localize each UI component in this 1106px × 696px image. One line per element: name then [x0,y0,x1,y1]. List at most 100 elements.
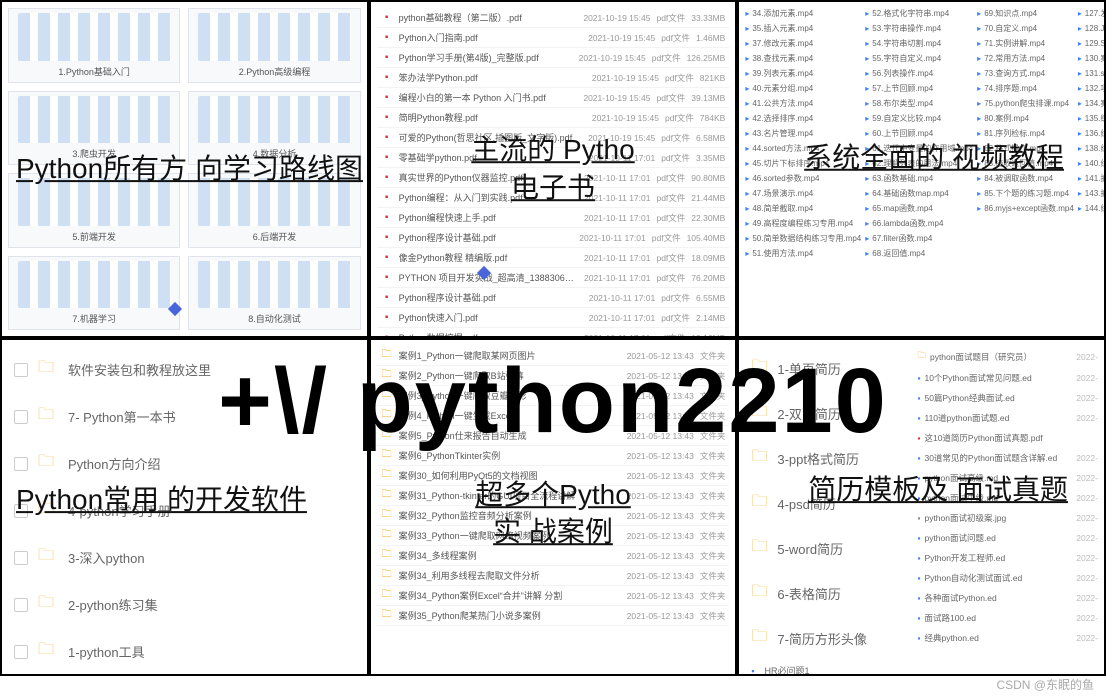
case-row[interactable]: 🗀案例35_Python爬某热门小说多案例2021-05-12 13:43文件夹 [377,606,730,626]
resume-folder-row[interactable]: 🗀7-简历方形头像 [745,616,909,661]
video-item[interactable]: ▸56.列表操作.mp4 [865,68,973,79]
checkbox[interactable] [14,551,28,565]
roadmap-thumb[interactable]: 6.后端开发 [188,173,360,248]
checkbox[interactable] [14,410,28,424]
case-row[interactable]: 🗀案例34_Python案例Excel“合并”讲解 分割2021-05-12 1… [377,586,730,606]
folder-row[interactable]: 🗀软件安装包和教程放这里 [8,346,361,393]
roadmap-thumb[interactable]: 7.机器学习 [8,256,180,331]
video-item[interactable]: ▸37.修改元素.mp4 [745,38,861,49]
video-item[interactable]: ▸84.被调取函数.mp4 [977,173,1074,184]
roadmap-thumb[interactable]: 3.爬虫开发 [8,91,180,166]
video-item[interactable]: ▸130.案例演示自定义中间过程.mp4 [1078,53,1106,64]
case-row[interactable]: 🗀案例1_Python一键爬取某网页图片2021-05-12 13:43文件夹 [377,346,730,366]
video-item[interactable]: ▸66.lambda函数.mp4 [865,218,973,229]
case-row[interactable]: 🗀案例32_Python监控音频分析案例2021-05-12 13:43文件夹 [377,506,730,526]
checkbox[interactable] [14,457,28,471]
video-item[interactable]: ▸49.高程度编程练习专用.mp4 [745,218,861,229]
case-row[interactable]: 🗀案例33_Python一键爬取网络视频案例2021-05-12 13:43文件… [377,526,730,546]
video-item[interactable]: ▸75.python爬虫排课.mp4 [977,98,1074,109]
video-item[interactable]: ▸129.SQLite数据库.mp4 [1078,38,1106,49]
checkbox[interactable] [14,363,28,377]
roadmap-thumb[interactable]: 5.前端开发 [8,173,180,248]
resume-folder-row[interactable]: 🗀4-psd简历 [745,481,909,526]
video-item[interactable]: ▸42.选择排序.mp4 [745,113,861,124]
video-item[interactable]: ▸51.使用方法.mp4 [745,248,861,259]
resume-doc-row[interactable]: ▪python面试中级.md2022- [917,488,1098,508]
resume-doc-row[interactable]: ▪30道常见的Python面试题含详解.ed2022- [917,448,1098,468]
resume-doc-row[interactable]: ▪Python开发工程师.ed2022- [917,548,1098,568]
file-row[interactable]: ▪Python编程：从入门到实践.pdf2021-10-11 17:01pdf文… [377,188,730,208]
video-item[interactable]: ▸85.下个题的练习题.mp4 [977,188,1074,199]
folder-row[interactable]: 🗀7- Python第一本书 [8,393,361,440]
video-item[interactable]: ▸45.切片下标排序.mp4 [745,158,861,169]
resume-doc-row[interactable]: ▪50篇Python经典面试.ed2022- [917,388,1098,408]
case-row[interactable]: 🗀案例6_PythonTkinter实例2021-05-12 13:43文件夹 [377,446,730,466]
resume-doc-row[interactable]: ▪python面试问题.ed2022- [917,528,1098,548]
video-item[interactable]: ▸86.myjs+except函数.mp4 [977,203,1074,214]
file-row[interactable]: ▪Python快速入门.pdf2021-10-11 17:01pdf文件2.14… [377,308,730,328]
video-item[interactable]: ▸83.接收返回值.mp4 [977,158,1074,169]
video-item[interactable]: ▸47.场景演示.mp4 [745,188,861,199]
video-item[interactable]: ▸46.sorted参数.mp4 [745,173,861,184]
file-row[interactable]: ▪可爱的Python(哲思社区.插图版_文字版).pdf2021-10-19 1… [377,128,730,148]
video-item[interactable]: ▸127.发送POST请求.mp4 [1078,8,1106,19]
video-item[interactable]: ▸34.添加元素.mp4 [745,8,861,19]
file-row[interactable]: ▪python基础教程（第二版）.pdf2021-10-19 15:45pdf文… [377,8,730,28]
resume-doc-row[interactable]: ▪经典python.ed2022- [917,628,1098,648]
video-item[interactable]: ▸144.线程练习.mp4 [1078,203,1106,214]
video-item[interactable]: ▸143.抓文机制图保图案例.mp4 [1078,188,1106,199]
video-item[interactable]: ▸54.字符串切割.mp4 [865,38,973,49]
video-item[interactable]: ▸131.sqlite爬虫API.mp4 [1078,68,1106,79]
checkbox[interactable] [14,598,28,612]
video-item[interactable]: ▸35.插入元素.mp4 [745,23,861,34]
case-row[interactable]: 🗀案例34_利用多线程去爬取文件分析2021-05-12 13:43文件夹 [377,566,730,586]
video-item[interactable]: ▸53.字符串操作.mp4 [865,23,973,34]
video-item[interactable]: ▸48.简单截取.mp4 [745,203,861,214]
video-item[interactable]: ▸69.知识点.mp4 [977,8,1074,19]
resume-doc-row[interactable]: ▪python面试初级案.jpg2022- [917,508,1098,528]
resume-doc-row[interactable]: ▪这10道简历Python面试真题.pdf [917,428,1098,448]
video-item[interactable]: ▸61.迭代中变量的作用域.mp4 [865,143,973,154]
video-item[interactable]: ▸71.实例讲解.mp4 [977,38,1074,49]
video-item[interactable]: ▸41.公共方法.mp4 [745,98,861,109]
case-row[interactable]: 🗀案例2_Python一键爬取B站弹幕2021-05-12 13:43文件夹 [377,366,730,386]
file-row[interactable]: ▪真实世界的Python仪器监控.pdf2021-10-11 17:01pdf文… [377,168,730,188]
file-row[interactable]: ▪Python入门指南.pdf2021-10-19 15:45pdf文件1.46… [377,28,730,48]
roadmap-thumb[interactable]: 8.自动化测试 [188,256,360,331]
file-row[interactable]: ▪零基础学python.pdf2021-10-11 17:01pdf文件3.35… [377,148,730,168]
file-row[interactable]: ▪简明Python教程.pdf2021-10-19 15:45pdf文件784K… [377,108,730,128]
video-item[interactable]: ▸138.线程锁+threading.mp4 [1078,143,1106,154]
video-item[interactable]: ▸55.字符自定义.mp4 [865,53,973,64]
file-row[interactable]: ▪Python程序设计基础.pdf2021-10-11 17:01pdf文件6.… [377,288,730,308]
video-item[interactable]: ▸73.查询方式.mp4 [977,68,1074,79]
file-row[interactable]: ▪Python数据挖掘.pdf2021-10-11 17:01pdf文件13.1… [377,328,730,338]
roadmap-thumb[interactable]: 4.数据分析 [188,91,360,166]
case-row[interactable]: 🗀案例31_Python-tkinter的GUI项目全流程讲解2021-05-1… [377,486,730,506]
video-item[interactable]: ▸135.练习题.mp4 [1078,113,1106,124]
checkbox[interactable] [14,645,28,659]
video-item[interactable]: ▸44.sorted方法.mp4 [745,143,861,154]
file-row[interactable]: ▪PYTHON 项目开发实战_超高清_13883067.pdf2021-10-1… [377,268,730,288]
video-item[interactable]: ▸140.线程守护线程.mp4 [1078,158,1106,169]
resume-folder-row[interactable]: 🗀5-word简历 [745,526,909,571]
case-row[interactable]: 🗀案例30_如何利用PyQt5的文档视图2021-05-12 13:43文件夹 [377,466,730,486]
video-item[interactable]: ▸39.列表元素.mp4 [745,68,861,79]
case-row[interactable]: 🗀案例34_多线程案例2021-05-12 13:43文件夹 [377,546,730,566]
video-item[interactable]: ▸132.项目组案例.mp4 [1078,83,1106,94]
video-item[interactable]: ▸141.抓文制作图保图案例.mp4 [1078,173,1106,184]
video-item[interactable]: ▸43.名片管理.mp4 [745,128,861,139]
resume-folder-row[interactable]: 🗀3-ppt格式简历 [745,436,909,481]
video-item[interactable]: ▸40.元素分组.mp4 [745,83,861,94]
resume-extra-row[interactable]: ▪HR必问题1 [745,661,909,676]
resume-folder-row[interactable]: 🗀1-单页简历 [745,346,909,391]
video-item[interactable]: ▸58.布尔类型.mp4 [865,98,973,109]
file-row[interactable]: ▪Python程序设计基础.pdf2021-10-11 17:01pdf文件10… [377,228,730,248]
video-item[interactable]: ▸38.查找元素.mp4 [745,53,861,64]
resume-folder-row[interactable]: 🗀6-表格简历 [745,571,909,616]
checkbox[interactable] [14,504,28,518]
resume-doc-row[interactable]: ▪10个Python面试常见问题.ed2022- [917,368,1098,388]
resume-folder-row[interactable]: 🗀2-双页简历 [745,391,909,436]
file-row[interactable]: ▪笨办法学Python.pdf2021-10-19 15:45pdf文件821K… [377,68,730,88]
folder-row[interactable]: 🗀3-深入python [8,534,361,581]
file-row[interactable]: ▪像金Python教程 精编版.pdf2021-10-11 17:01pdf文件… [377,248,730,268]
